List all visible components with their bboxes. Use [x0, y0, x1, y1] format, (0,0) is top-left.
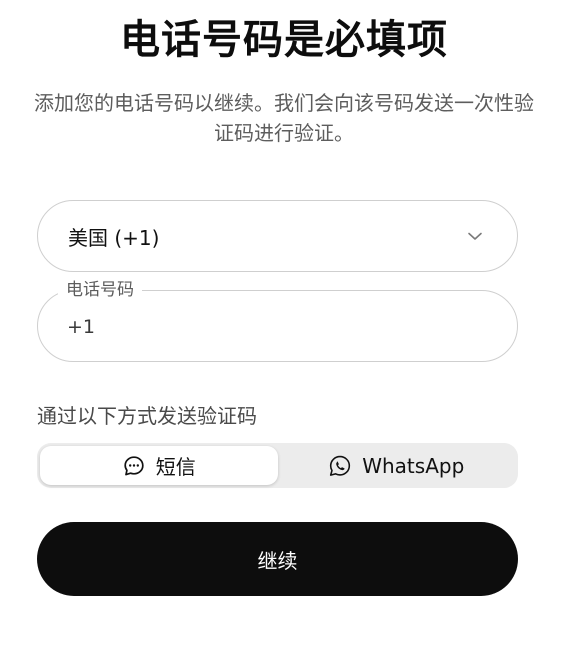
phone-number-field: 电话号码: [37, 279, 518, 362]
verification-method-label: 通过以下方式发送验证码: [37, 404, 257, 428]
phone-number-label: 电话号码: [58, 279, 142, 301]
country-select[interactable]: 美国 (+1): [37, 200, 518, 272]
continue-button[interactable]: 继续: [37, 522, 518, 596]
verification-method-toggle: 短信 WhatsApp: [37, 443, 518, 488]
sms-option-button[interactable]: 短信: [40, 446, 278, 485]
whatsapp-option-label: WhatsApp: [362, 453, 465, 478]
chevron-down-icon: [465, 226, 485, 246]
page-title: 电话号码是必填项: [120, 17, 448, 63]
country-select-value: 美国 (+1): [68, 225, 160, 250]
phone-required-page: 电话号码是必填项 添加您的电话号码以继续。我们会向该号码发送一次性验证码进行验证…: [0, 0, 568, 660]
whatsapp-icon: [328, 454, 352, 478]
whatsapp-option-button[interactable]: WhatsApp: [278, 446, 516, 485]
sms-option-label: 短信: [155, 455, 196, 479]
phone-number-input[interactable]: [67, 313, 487, 341]
page-subtitle: 添加您的电话号码以继续。我们会向该号码发送一次性验证码进行验证。: [34, 91, 534, 145]
message-bubble-icon: [122, 454, 146, 478]
